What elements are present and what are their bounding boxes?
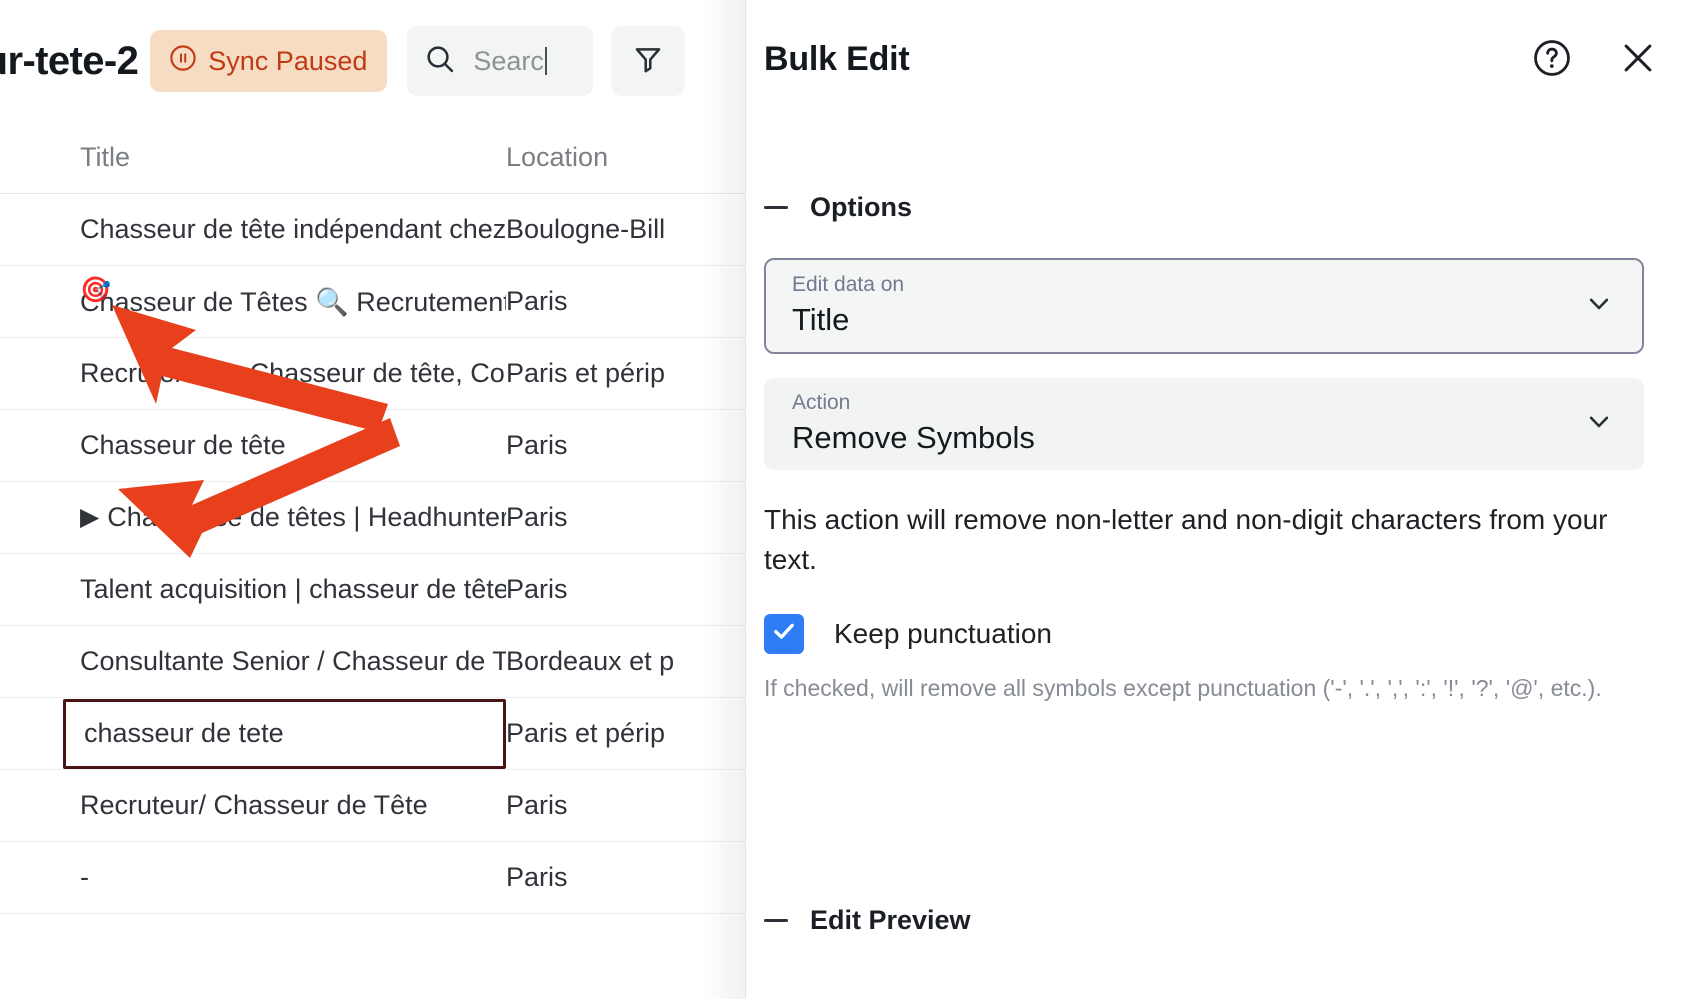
sync-status-label: Sync Paused <box>208 46 367 77</box>
table-area: eur-tete-2 Sync Paused <box>0 0 745 999</box>
close-icon <box>1617 37 1659 82</box>
help-button[interactable] <box>1531 38 1573 80</box>
panel-header: Bulk Edit <box>746 0 1694 118</box>
edit-data-on-value: Title <box>792 304 1620 337</box>
action-select[interactable]: Action Remove Symbols <box>764 378 1644 470</box>
keep-punctuation-checkbox[interactable] <box>764 614 804 654</box>
cell-title[interactable]: Chasseur de Têtes 🔍 Recrutement … <box>0 266 506 337</box>
search-input[interactable]: Searc <box>407 26 593 96</box>
app-screen: eur-tete-2 Sync Paused <box>0 0 1694 999</box>
check-icon <box>770 617 798 650</box>
table-row[interactable]: Chasseur de Têtes 🔍 Recrutement … Paris <box>0 266 745 338</box>
target-emoji-icon: 🎯 <box>80 278 111 303</box>
filter-icon <box>631 42 665 81</box>
minus-icon <box>764 206 788 209</box>
column-header-title[interactable]: Title <box>0 142 506 173</box>
cell-title[interactable]: ▶ Chasseuse de têtes | Headhunter che… <box>0 482 506 553</box>
cell-title-text: Chasseur de tête <box>80 430 286 461</box>
board-title: eur-tete-2 <box>0 41 138 81</box>
table-column-header: Title Location <box>0 122 745 194</box>
options-section-header[interactable]: Options <box>746 192 912 223</box>
minus-icon <box>764 919 788 922</box>
edit-data-on-select[interactable]: Edit data on Title <box>764 258 1644 354</box>
cell-title-text: Chasseur de Têtes 🔍 Recrutement … <box>80 286 506 318</box>
cell-title[interactable]: Chasseur de tête indépendant chez CH… <box>0 194 506 265</box>
keep-punctuation-helper: If checked, will remove all symbols exce… <box>764 670 1624 707</box>
cell-location[interactable]: Paris <box>506 574 745 605</box>
table-row-selected[interactable]: chasseur de tete Paris et périp <box>0 698 745 770</box>
panel-title: Bulk Edit <box>764 40 910 79</box>
table-row[interactable]: Consultante Senior / Chasseur de Tête -…… <box>0 626 745 698</box>
cell-title-text: Recrutement, Chasseur de tête, Conseil… <box>80 358 506 389</box>
cell-location[interactable]: Paris <box>506 430 745 461</box>
keep-punctuation-row[interactable]: Keep punctuation <box>764 614 1644 654</box>
search-value: Searc <box>473 46 544 76</box>
cell-title[interactable]: Recrutement, Chasseur de tête, Conseil… <box>0 338 506 409</box>
table-row[interactable]: Talent acquisition | chasseur de tête ch… <box>0 554 745 626</box>
cell-location[interactable]: Bordeaux et p <box>506 646 745 677</box>
bulk-edit-panel: Bulk Edit <box>745 0 1694 999</box>
search-icon <box>423 42 457 81</box>
cell-title-text: Consultante Senior / Chasseur de Tête -… <box>80 646 506 677</box>
edit-preview-section-header[interactable]: Edit Preview <box>746 905 971 936</box>
cell-location[interactable]: Paris <box>506 790 745 821</box>
cell-title[interactable]: Consultante Senior / Chasseur de Tête -… <box>0 626 506 697</box>
top-toolbar: eur-tete-2 Sync Paused <box>0 0 745 122</box>
cell-title-text: - <box>80 862 89 893</box>
cell-title[interactable]: Recruteur/ Chasseur de Tête <box>0 770 506 841</box>
edit-data-on-label: Edit data on <box>792 274 1620 295</box>
cell-location[interactable]: Paris et périp <box>506 718 745 749</box>
pause-circle-icon <box>168 43 198 80</box>
table-row[interactable]: Recrutement, Chasseur de tête, Conseil… … <box>0 338 745 410</box>
cell-title[interactable]: Talent acquisition | chasseur de tête ch… <box>0 554 506 625</box>
text-caret <box>545 47 547 75</box>
keep-punctuation-label: Keep punctuation <box>834 618 1052 650</box>
panel-body: Edit data on Title Action Remove Symbols <box>764 258 1644 707</box>
close-button[interactable] <box>1617 38 1659 80</box>
expand-triangle-icon: ▶ <box>80 505 99 530</box>
table-row[interactable]: Recruteur/ Chasseur de Tête Paris <box>0 770 745 842</box>
edit-preview-section-title: Edit Preview <box>810 905 971 936</box>
column-header-location[interactable]: Location <box>506 142 608 173</box>
cell-title-text: Chasseur de tête indépendant chez CH… <box>80 214 506 245</box>
table-row[interactable]: ▶ Chasseuse de têtes | Headhunter che… Pa… <box>0 482 745 554</box>
chevron-down-icon <box>1582 405 1616 444</box>
cell-location[interactable]: Boulogne-Bill <box>506 214 745 245</box>
sync-status-badge[interactable]: Sync Paused <box>150 30 387 92</box>
table-row[interactable]: Chasseur de tête indépendant chez CH… Bo… <box>0 194 745 266</box>
panel-header-actions <box>1531 38 1659 80</box>
filter-button[interactable] <box>611 26 685 96</box>
cell-title-text: chasseur de tete <box>84 718 284 749</box>
cell-title-text: Recruteur/ Chasseur de Tête <box>80 790 428 821</box>
table-rows: Chasseur de tête indépendant chez CH… Bo… <box>0 194 745 914</box>
action-value: Remove Symbols <box>792 422 1620 455</box>
cell-title-text: Talent acquisition | chasseur de tête ch… <box>80 574 506 605</box>
action-label: Action <box>792 392 1620 413</box>
action-description: This action will remove non-letter and n… <box>764 500 1624 580</box>
help-circle-icon <box>1531 37 1573 82</box>
cell-title-editing[interactable]: chasseur de tete <box>63 699 506 769</box>
options-section-title: Options <box>810 192 912 223</box>
cell-title-text: Chasseuse de têtes | Headhunter che… <box>107 502 506 533</box>
table-row[interactable]: Chasseur de tête Paris <box>0 410 745 482</box>
cell-location[interactable]: Paris <box>506 862 745 893</box>
table-row[interactable]: - Paris <box>0 842 745 914</box>
cell-location[interactable]: Paris <box>506 286 745 317</box>
chevron-down-icon <box>1582 287 1616 326</box>
cell-title[interactable]: - <box>0 842 506 913</box>
cell-location[interactable]: Paris <box>506 502 745 533</box>
cell-title[interactable]: Chasseur de tête <box>0 410 506 481</box>
cell-location[interactable]: Paris et périp <box>506 358 745 389</box>
